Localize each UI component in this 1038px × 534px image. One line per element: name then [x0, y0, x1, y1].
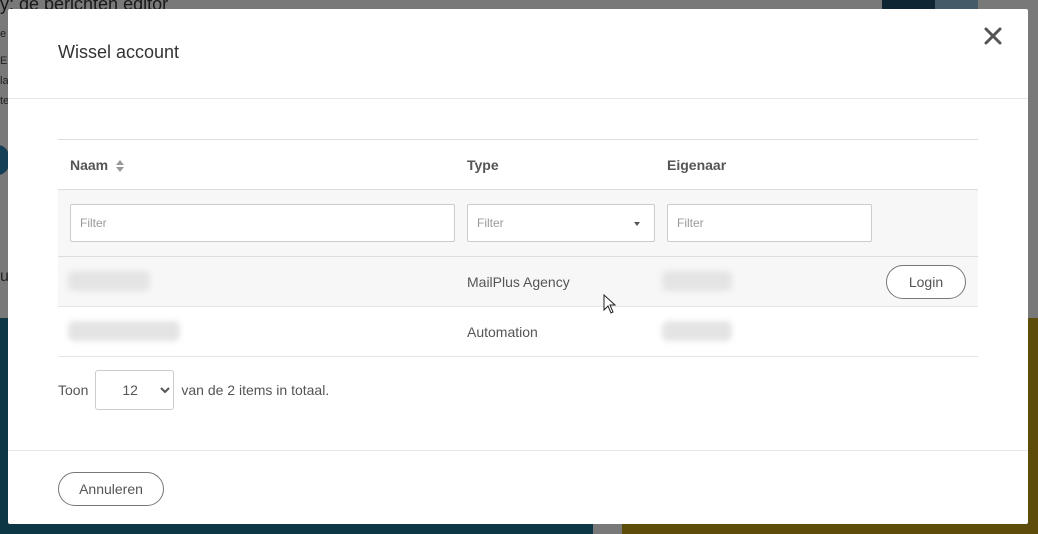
- table-header: Naam Type Eigenaar: [58, 139, 978, 190]
- accounts-table: Naam Type Eigenaar Filter MailPlus Agenc…: [58, 139, 978, 357]
- cancel-button[interactable]: Annuleren: [58, 472, 164, 506]
- sort-icon[interactable]: [116, 160, 125, 173]
- redacted-eigenaar: [662, 271, 732, 291]
- type-filter-value: Filter: [477, 216, 504, 230]
- switch-account-modal: Wissel account Naam Type Eigenaar Filter…: [8, 9, 1028, 524]
- mouse-cursor-icon: [603, 294, 617, 314]
- redacted-naam: [68, 271, 150, 291]
- column-header-naam[interactable]: Naam: [70, 157, 125, 173]
- type-filter-select[interactable]: Filter: [467, 204, 655, 242]
- filter-row: Filter: [58, 190, 978, 257]
- caret-down-icon: [634, 222, 640, 226]
- cell-type: MailPlus Agency: [467, 274, 570, 290]
- redacted-naam: [68, 321, 180, 341]
- column-header-type: Type: [467, 157, 499, 173]
- login-button[interactable]: Login: [886, 265, 966, 299]
- modal-header: Wissel account: [8, 9, 1028, 99]
- pager-show-label: Toon: [58, 382, 89, 398]
- page-size-select[interactable]: 12: [95, 370, 175, 410]
- eigenaar-filter-input[interactable]: [667, 204, 872, 242]
- table-row: Automation: [58, 307, 978, 357]
- column-header-eigenaar: Eigenaar: [667, 157, 727, 173]
- close-icon[interactable]: [980, 23, 1006, 49]
- pager-total-text: van de 2 items in totaal.: [181, 382, 330, 398]
- table-row: MailPlus Agency Login: [58, 257, 978, 307]
- modal-footer: Annuleren: [8, 450, 1028, 524]
- naam-filter-input[interactable]: [70, 204, 455, 242]
- cell-type: Automation: [467, 324, 538, 340]
- pager: Toon 12 van de 2 items in totaal.: [58, 370, 329, 410]
- modal-title: Wissel account: [58, 42, 180, 62]
- redacted-eigenaar: [662, 321, 732, 341]
- column-label: Naam: [70, 157, 109, 173]
